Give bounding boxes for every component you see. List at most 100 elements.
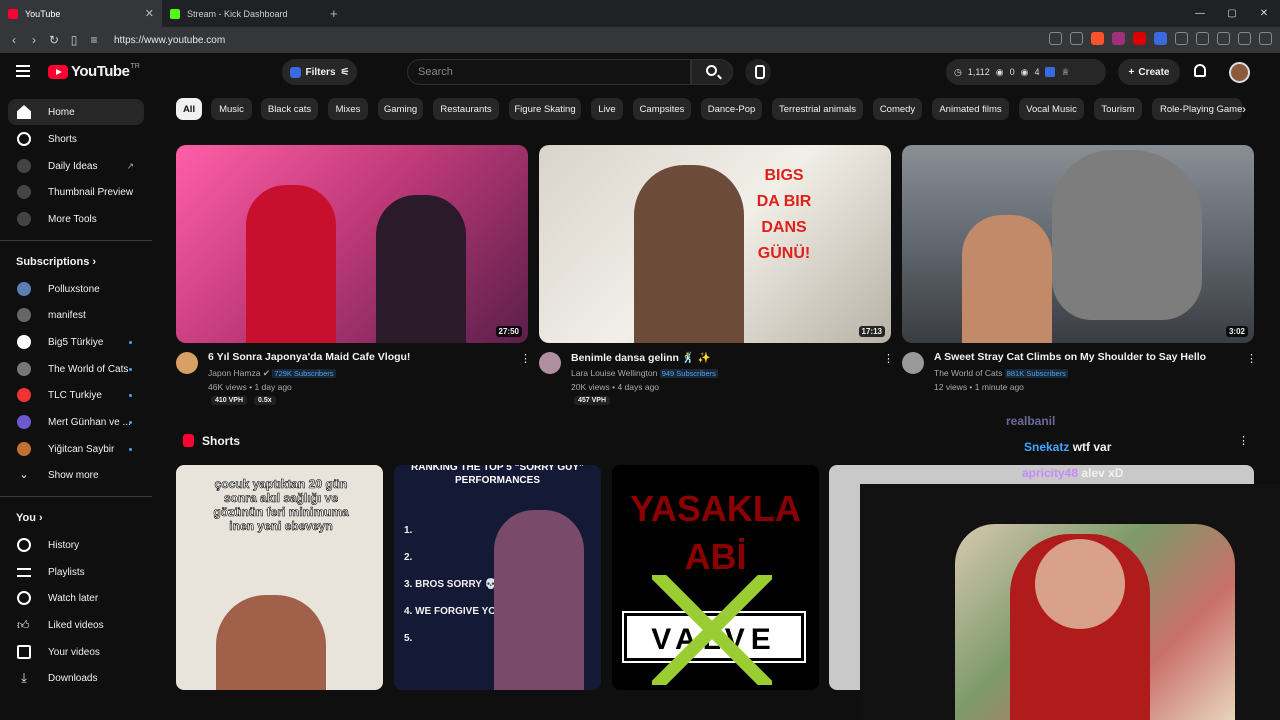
extension-blue-icon[interactable] — [1154, 32, 1167, 45]
video-title[interactable]: A Sweet Stray Cat Climbs on My Shoulder … — [934, 351, 1206, 363]
chat-message: apricity48 alev xD — [1022, 466, 1123, 480]
bookmark-icon[interactable]: ▯ — [64, 33, 84, 47]
channel-avatar — [17, 282, 31, 296]
channel-avatar[interactable] — [902, 352, 924, 374]
close-icon[interactable]: ✕ — [145, 7, 154, 20]
more-options-icon[interactable]: ⋮ — [883, 352, 894, 365]
video-thumbnail[interactable]: BIGS DA BIR DANS GÜNÜ! 17:13 — [539, 145, 891, 343]
site-settings-icon[interactable]: ≡ — [84, 33, 104, 47]
chat-user: apricity48 — [1022, 466, 1079, 480]
sidebar-item-shorts[interactable]: Shorts — [8, 126, 144, 152]
forward-icon[interactable]: › — [24, 33, 44, 47]
video-title[interactable]: 6 Yıl Sonra Japonya'da Maid Cafe Vlogu! — [208, 351, 410, 363]
sidebar-item-more-tools[interactable]: More Tools — [8, 206, 144, 232]
url-field[interactable]: https://www.youtube.com — [114, 35, 225, 46]
close-window-icon[interactable]: ✕ — [1248, 0, 1280, 27]
sidebar-item-history[interactable]: History — [8, 532, 144, 558]
subscription-item[interactable]: Big5 Türkiye — [8, 329, 144, 355]
chip[interactable]: Role-Playing Games — [1152, 98, 1242, 120]
new-tab-icon[interactable]: + — [330, 6, 338, 21]
rewards-icon[interactable] — [1112, 32, 1125, 45]
search-input[interactable]: Search — [407, 59, 691, 85]
share-icon[interactable] — [1070, 32, 1083, 45]
wallet-icon[interactable] — [1217, 32, 1230, 45]
vpn-icon[interactable] — [1238, 32, 1251, 45]
chip[interactable]: Terrestrial animals — [772, 98, 863, 120]
video-title[interactable]: Benimle dansa gelinn 🕺 ✨ — [571, 351, 711, 364]
tab-kick[interactable]: Stream - Kick Dashboard — [162, 0, 324, 27]
more-options-icon[interactable]: ⋮ — [1238, 434, 1249, 447]
cast-icon[interactable] — [1049, 32, 1062, 45]
show-more-button[interactable]: ⌄ Show more — [8, 462, 144, 488]
channel-name: The World of Cats — [934, 368, 1003, 378]
menu-icon[interactable] — [1259, 32, 1272, 45]
more-options-icon[interactable]: ⋮ — [520, 352, 531, 365]
chip[interactable]: Black cats — [261, 98, 318, 120]
chip[interactable]: Campsites — [633, 98, 691, 120]
sidebar-icon[interactable] — [1196, 32, 1209, 45]
subscriber-count: 881K Subscribers — [1004, 369, 1068, 378]
sidebar-item-daily-ideas[interactable]: Daily Ideas ↗ — [8, 153, 144, 179]
chip[interactable]: Vocal Music — [1019, 98, 1084, 120]
create-button[interactable]: + Create — [1118, 59, 1180, 85]
minimize-icon[interactable]: — — [1184, 0, 1216, 27]
chip[interactable]: Live — [591, 98, 623, 120]
subscription-item[interactable]: Yiğitcan Saybir — [8, 436, 144, 462]
subscription-item[interactable]: Mert Günhan ve ... — [8, 409, 144, 435]
chip[interactable]: Tourism — [1094, 98, 1142, 120]
subscription-item[interactable]: TLC Turkiye — [8, 382, 144, 408]
video-thumbnail[interactable]: 3:02 — [902, 145, 1254, 343]
chip-all[interactable]: All — [176, 98, 202, 120]
filters-button[interactable]: Filters ⚟ — [282, 59, 357, 85]
chip[interactable]: Music — [211, 98, 252, 120]
channel-avatar[interactable] — [176, 352, 198, 374]
video-channel[interactable]: The World of Cats 881K Subscribers — [934, 368, 1068, 378]
sidebar-item-watch-later[interactable]: Watch later — [8, 585, 144, 611]
short-caption: RANKING THE TOP 5 “SORRY GUY” PERFORMANC… — [411, 465, 584, 486]
back-icon[interactable]: ‹ — [4, 33, 24, 47]
stats-widget[interactable]: ◷ 1,112 ◉ 0 ◉ 4 ♕ — [946, 59, 1106, 85]
hamburger-menu-icon[interactable] — [16, 65, 30, 80]
account-avatar[interactable] — [1229, 62, 1250, 83]
subscription-item[interactable]: Polluxstone — [8, 276, 144, 302]
notifications-bell-icon[interactable] — [1194, 64, 1206, 77]
voice-search-icon[interactable] — [745, 59, 771, 85]
video-channel[interactable]: Lara Louise Wellington 949 Subscribers — [571, 368, 718, 378]
you-heading[interactable]: You › — [16, 512, 43, 524]
extension-red-icon[interactable] — [1133, 32, 1146, 45]
tab-youtube[interactable]: YouTube ✕ — [0, 0, 162, 27]
sidebar-item-downloads[interactable]: ⤓ Downloads — [8, 665, 144, 691]
chip[interactable]: Gaming — [378, 98, 423, 120]
channel-name: Lara Louise Wellington — [571, 368, 658, 378]
search-button[interactable] — [691, 59, 733, 85]
chip[interactable]: Restaurants — [433, 98, 499, 120]
chevron-right-icon[interactable]: › — [1242, 102, 1246, 116]
video-duration: 17:13 — [858, 326, 885, 337]
short-item[interactable]: RANKING THE TOP 5 “SORRY GUY” PERFORMANC… — [394, 465, 601, 690]
sidebar-item-playlists[interactable]: Playlists — [8, 559, 144, 585]
reload-icon[interactable]: ↻ — [44, 33, 64, 47]
brave-shield-icon[interactable] — [1091, 32, 1104, 45]
chip[interactable]: Mixes — [328, 98, 368, 120]
chip[interactable]: Figure Skating — [509, 98, 581, 120]
channel-avatar[interactable] — [539, 352, 561, 374]
sidebar-item-liked-videos[interactable]: 👍︎ Liked videos — [8, 612, 144, 638]
sidebar-item-home[interactable]: Home — [8, 99, 144, 125]
video-channel[interactable]: Japon Hamza ✔ 729K Subscribers — [208, 368, 336, 379]
sidebar-item-your-videos[interactable]: Your videos — [8, 639, 144, 665]
short-item[interactable]: çocuk yaptıktan 20 gün sonra akıl sağlığ… — [176, 465, 383, 690]
extensions-icon[interactable] — [1175, 32, 1188, 45]
subscription-item[interactable]: The World of Cats — [8, 356, 144, 382]
youtube-logo[interactable]: YouTube TR — [48, 63, 140, 80]
chip[interactable]: Comedy — [873, 98, 922, 120]
chip[interactable]: Animated films — [932, 98, 1009, 120]
chip[interactable]: Dance-Pop — [701, 98, 762, 120]
short-item[interactable]: YASAKLA ABİ VALVE — [612, 465, 819, 690]
maximize-icon[interactable]: ▢ — [1216, 0, 1248, 27]
external-link-icon: ↗ — [126, 160, 134, 171]
subscriptions-heading[interactable]: Subscriptions › — [16, 256, 96, 268]
subscription-item[interactable]: manifest — [8, 302, 144, 328]
sidebar-item-thumbnail-preview[interactable]: Thumbnail Preview — [8, 179, 144, 205]
more-options-icon[interactable]: ⋮ — [1246, 352, 1257, 365]
video-thumbnail[interactable]: 27:50 — [176, 145, 528, 343]
